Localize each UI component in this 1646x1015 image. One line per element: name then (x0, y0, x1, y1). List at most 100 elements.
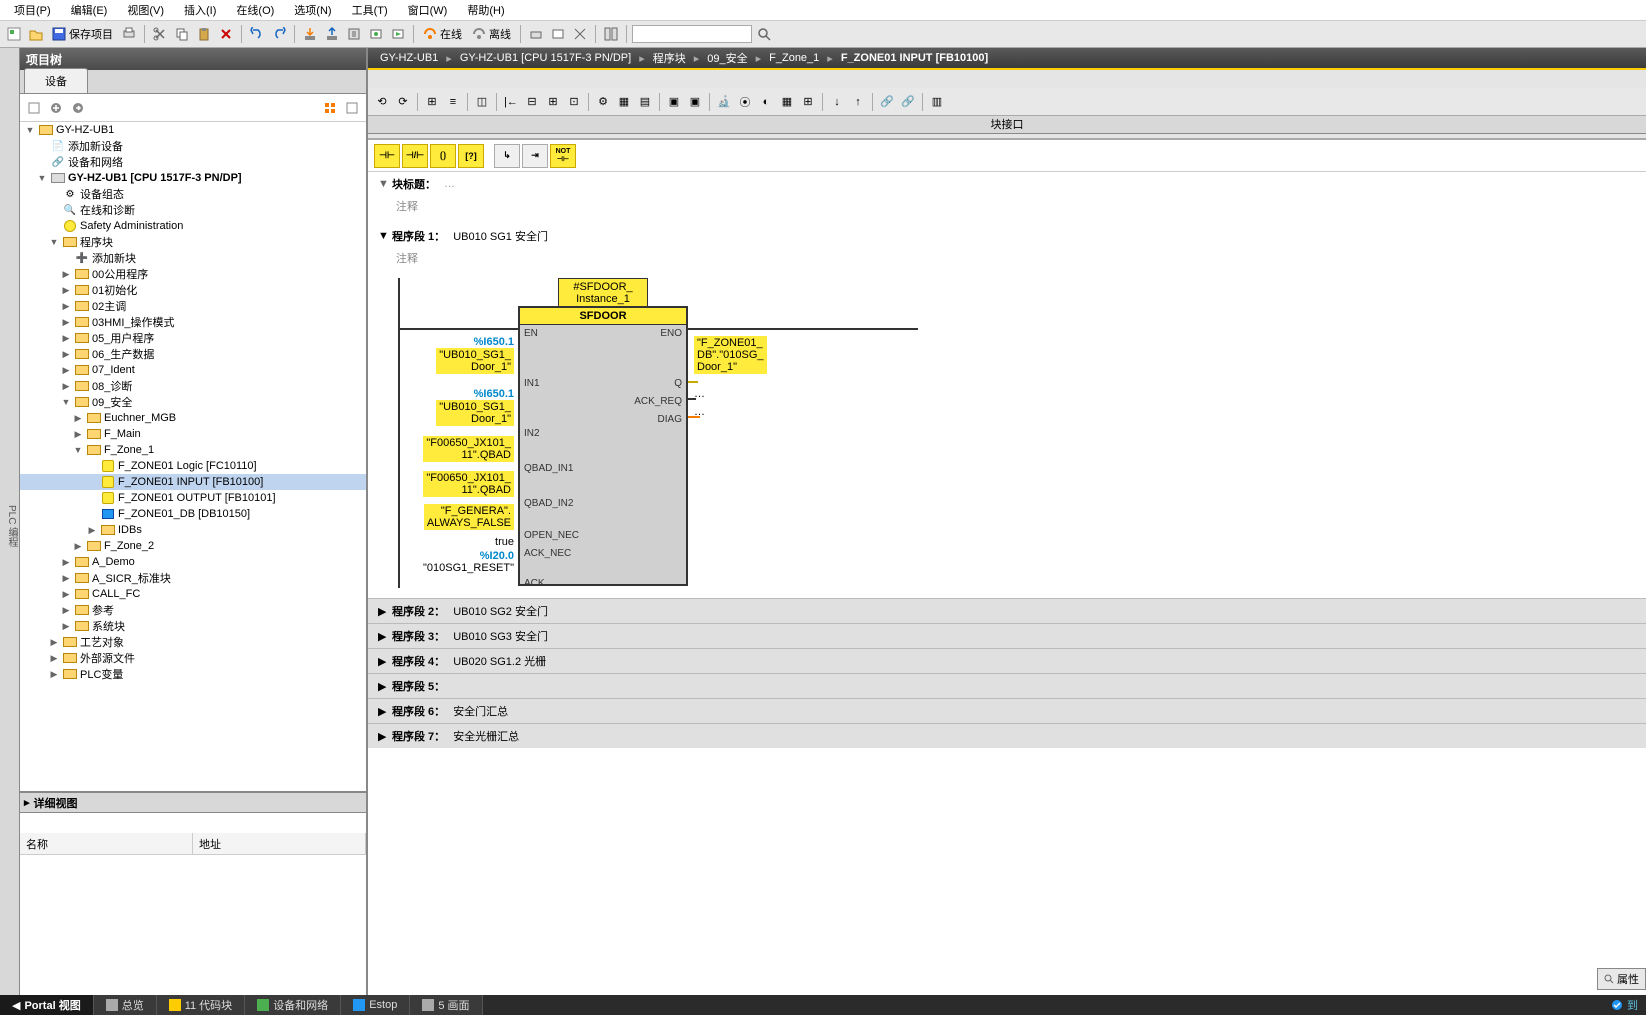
network-7-header[interactable]: ▶程序段 7：安全光栅汇总 (368, 723, 1646, 748)
lad-btn-coil[interactable]: ⟮⟯ (430, 144, 456, 168)
status-estop[interactable]: Estop (341, 995, 410, 1015)
ed-icon-9[interactable]: ⊡ (564, 92, 584, 112)
tree-g01[interactable]: 01初始化 (92, 282, 137, 298)
fb-box[interactable]: SFDOOR EN IN1 IN2 QBAD_IN1 QBAD_IN2 OPEN… (518, 306, 688, 586)
open-project-icon[interactable] (26, 24, 46, 44)
lad-btn-nc[interactable]: ⊣/⊢ (402, 144, 428, 168)
hmi-icon[interactable] (548, 24, 568, 44)
search-input[interactable] (632, 25, 752, 43)
net-toggle[interactable]: ▶ (378, 630, 392, 643)
tree-plcvar[interactable]: PLC变量 (80, 666, 123, 682)
layout-icon[interactable] (601, 24, 621, 44)
net1-desc[interactable]: UB010 SG1 安全门 (453, 228, 548, 244)
block-comment[interactable]: 注释 (368, 196, 1646, 216)
search-icon[interactable] (754, 24, 774, 44)
project-tree[interactable]: ▼GY-HZ-UB1 📄添加新设备 🔗设备和网络 ▼GY-HZ-UB1 [CPU… (20, 122, 366, 791)
network-3-header[interactable]: ▶程序段 3：UB010 SG3 安全门 (368, 623, 1646, 648)
crumb-1[interactable]: GY-HZ-UB1 (376, 52, 442, 64)
detail-col-addr[interactable]: 地址 (193, 833, 366, 854)
start-icon[interactable] (388, 24, 408, 44)
status-code[interactable]: 11 代码块 (157, 995, 245, 1015)
lad-btn-no[interactable]: ⊣⊢ (374, 144, 400, 168)
tree-fzone1[interactable]: F_Zone_1 (104, 444, 154, 456)
net-toggle[interactable]: ▶ (378, 655, 392, 668)
net1-comment[interactable]: 注释 (368, 248, 1646, 268)
tree-sysblock[interactable]: 系统块 (92, 618, 125, 634)
tree-online-diag[interactable]: 在线和诊断 (80, 202, 135, 218)
operand-in2[interactable]: %I650.1 "UB010_SG1_ Door_1" (418, 388, 514, 426)
cut-icon[interactable] (150, 24, 170, 44)
portal-view-button[interactable]: ◀Portal 视图 (0, 995, 94, 1015)
tree-safety[interactable]: Safety Administration (80, 220, 183, 232)
accessible-icon[interactable] (526, 24, 546, 44)
undo-icon[interactable] (247, 24, 267, 44)
tree-add-icon[interactable] (46, 98, 66, 118)
sim-icon[interactable] (366, 24, 386, 44)
detail-col-name[interactable]: 名称 (20, 833, 193, 854)
tree-g05[interactable]: 05_用户程序 (92, 330, 154, 346)
tree-g07[interactable]: 07_Ident (92, 364, 135, 376)
status-devnet[interactable]: 设备和网络 (245, 995, 341, 1015)
go-offline-button[interactable]: 离线 (468, 26, 515, 42)
tree-add-block[interactable]: 添加新块 (92, 250, 136, 266)
tree-callfc[interactable]: CALL_FC (92, 588, 140, 600)
block-interface-bar[interactable]: 块接口 (368, 116, 1646, 134)
menu-options[interactable]: 选项(N) (284, 2, 341, 18)
tree-extsrc[interactable]: 外部源文件 (80, 650, 135, 666)
tree-ref[interactable]: 参考 (92, 602, 114, 618)
tree-fc-logic[interactable]: F_ZONE01 Logic [FC10110] (118, 460, 257, 472)
lad-btn-not[interactable]: NOT⊣⊢ (550, 144, 576, 168)
operand-qbad2[interactable]: "F00650_JX101_ 11".QBAD (418, 471, 514, 497)
upload-icon[interactable] (322, 24, 342, 44)
crumb-3[interactable]: 程序块 (649, 50, 690, 66)
left-sidebar-tab[interactable]: PLC 编程 (0, 48, 20, 995)
paste-icon[interactable] (194, 24, 214, 44)
ed-icon-24[interactable]: ▥ (927, 92, 947, 112)
device-tab[interactable]: 设备 (24, 68, 88, 93)
tree-ademo[interactable]: A_Demo (92, 556, 135, 568)
crumb-5[interactable]: F_Zone_1 (765, 52, 823, 64)
ed-icon-20[interactable]: ↓ (827, 92, 847, 112)
tree-collapse-icon[interactable] (342, 98, 362, 118)
crumb-2[interactable]: GY-HZ-UB1 [CPU 1517F-3 PN/DP] (456, 52, 635, 64)
ed-icon-10[interactable]: ⚙ (593, 92, 613, 112)
tree-refresh-icon[interactable] (24, 98, 44, 118)
operand-in1[interactable]: %I650.1 "UB010_SG1_ Door_1" (418, 336, 514, 374)
ed-icon-1[interactable]: ⟲ (372, 92, 392, 112)
compile-icon[interactable] (344, 24, 364, 44)
tree-g06[interactable]: 06_生产数据 (92, 346, 154, 362)
net-toggle[interactable]: ▶ (378, 680, 392, 693)
tree-euchner[interactable]: Euchner_MGB (104, 412, 176, 424)
tree-view-icon[interactable] (320, 98, 340, 118)
operand-q[interactable]: "F_ZONE01_ DB"."010SG_ Door_1" (694, 336, 804, 374)
lad-btn-branch[interactable]: ↳ (494, 144, 520, 168)
net1-toggle[interactable]: ▼ (378, 230, 392, 242)
ed-icon-22[interactable]: 🔗 (877, 92, 897, 112)
ed-icon-23[interactable]: 🔗 (898, 92, 918, 112)
tree-fb-input[interactable]: F_ZONE01 INPUT [FB10100] (118, 476, 263, 488)
crumb-6[interactable]: F_ZONE01 INPUT [FB10100] (837, 52, 992, 64)
menu-online[interactable]: 在线(O) (226, 2, 284, 18)
tree-g02[interactable]: 02主调 (92, 298, 126, 314)
delete-icon[interactable] (216, 24, 236, 44)
tree-root[interactable]: GY-HZ-UB1 (56, 124, 114, 136)
tree-g03[interactable]: 03HMI_操作模式 (92, 314, 175, 330)
properties-tab[interactable]: 属性 (1597, 968, 1646, 990)
menu-tools[interactable]: 工具(T) (342, 2, 398, 18)
ed-icon-12[interactable]: ▤ (635, 92, 655, 112)
network-5-header[interactable]: ▶程序段 5： (368, 673, 1646, 698)
menu-help[interactable]: 帮助(H) (457, 2, 514, 18)
ed-icon-2[interactable]: ⟳ (393, 92, 413, 112)
net-toggle[interactable]: ▶ (378, 605, 392, 618)
ed-icon-21[interactable]: ↑ (848, 92, 868, 112)
operand-acknec[interactable]: true (458, 536, 514, 548)
tree-idbs[interactable]: IDBs (118, 524, 142, 536)
tree-techobj[interactable]: 工艺对象 (80, 634, 124, 650)
net-toggle[interactable]: ▶ (378, 730, 392, 743)
ed-icon-6[interactable]: |← (501, 92, 521, 112)
download-icon[interactable] (300, 24, 320, 44)
tree-g08[interactable]: 08_诊断 (92, 378, 132, 394)
tree-fmain[interactable]: F_Main (104, 428, 141, 440)
print-icon[interactable] (119, 24, 139, 44)
status-screen[interactable]: 5 画面 (410, 995, 482, 1015)
